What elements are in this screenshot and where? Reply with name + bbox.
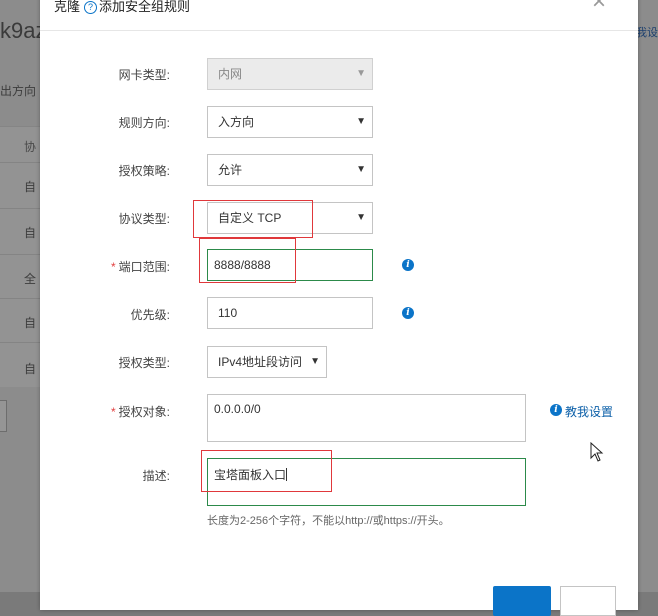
info-circle-icon[interactable]: i (402, 307, 414, 319)
background-row-cell: 自 (24, 180, 37, 194)
teach-me-setup-link[interactable]: 教我设置 (565, 403, 613, 420)
policy-value: 允许 (218, 163, 243, 177)
priority-value: 110 (218, 306, 238, 320)
port-range-label: * 端口范围: (40, 258, 170, 275)
info-circle-icon: i (550, 404, 562, 416)
auth-object-textarea[interactable]: 0.0.0.0/0 (207, 394, 526, 442)
background-row-divider (0, 254, 40, 255)
background-row-divider (0, 162, 40, 163)
dialog-title-prefix: 克隆 (54, 0, 81, 14)
background-row-cell: 自 (24, 316, 37, 330)
auth-type-value: IPv4地址段访问 (218, 355, 303, 369)
caret-down-icon: ▼ (356, 164, 366, 175)
question-circle-icon: ? (84, 1, 98, 14)
background-button-fragment (0, 400, 7, 432)
priority-label: 优先级: (130, 308, 170, 322)
mouse-pointer-icon (590, 442, 604, 462)
background-link: 我设 (636, 27, 658, 39)
description-hint: 长度为2-256个字符，不能以http://或https://开头。 (207, 515, 450, 527)
description-highlight-box (201, 450, 332, 492)
priority-input[interactable]: 110 (207, 297, 373, 329)
protocol-label: 协议类型: (118, 212, 170, 226)
auth-object-label-text: 授权对象: (118, 405, 170, 419)
auth-type-select[interactable]: IPv4地址段访问 ▼ (207, 346, 327, 378)
background-row-divider (0, 208, 40, 209)
nic-type-label: 网卡类型: (118, 68, 170, 82)
direction-select[interactable]: 入方向 ▼ (207, 106, 373, 138)
background-tab-outbound: 出方向 (0, 84, 37, 98)
caret-down-icon: ▼ (356, 116, 366, 127)
background-row-cell: 自 (24, 226, 37, 240)
background-row-divider (0, 342, 40, 343)
nic-type-select[interactable]: 内网 ▼ (207, 58, 373, 90)
background-row-cell: 全 (24, 272, 37, 286)
confirm-button[interactable] (493, 586, 551, 616)
info-circle-icon[interactable]: i (402, 259, 414, 271)
required-marker: * (110, 260, 116, 274)
policy-label: 授权策略: (118, 164, 170, 178)
port-range-label-text: 端口范围: (118, 260, 170, 274)
dialog-header: 克隆? 添加安全组规则 × (40, 0, 638, 31)
port-range-highlight-box (199, 238, 296, 283)
background-row-cell: 自 (24, 362, 37, 376)
protocol-highlight-box (193, 200, 313, 238)
cancel-button[interactable] (560, 586, 616, 616)
background-row-divider (0, 298, 40, 299)
required-marker: * (110, 405, 116, 419)
add-security-group-rule-dialog: 克隆? 添加安全组规则 × 网卡类型: 内网 ▼ 规则方向: 入方向 ▼ 授权策略… (40, 0, 638, 616)
background-rule-table (0, 126, 40, 387)
caret-down-icon: ▼ (310, 356, 320, 367)
dialog-title: 克隆? 添加安全组规则 (54, 0, 190, 15)
direction-label: 规则方向: (118, 116, 170, 130)
direction-value: 入方向 (218, 115, 255, 129)
auth-object-label: * 授权对象: (40, 403, 170, 420)
close-icon[interactable]: × (592, 0, 606, 14)
description-label: 描述: (142, 469, 170, 483)
caret-down-icon: ▼ (356, 212, 366, 223)
auth-type-label: 授权类型: (118, 356, 170, 370)
auth-object-value: 0.0.0.0/0 (214, 402, 261, 416)
dialog-title-text: 添加安全组规则 (99, 0, 191, 14)
caret-down-icon: ▼ (356, 68, 366, 79)
nic-type-value: 内网 (218, 67, 243, 81)
background-table-header: 协 (24, 140, 37, 154)
policy-select[interactable]: 允许 ▼ (207, 154, 373, 186)
